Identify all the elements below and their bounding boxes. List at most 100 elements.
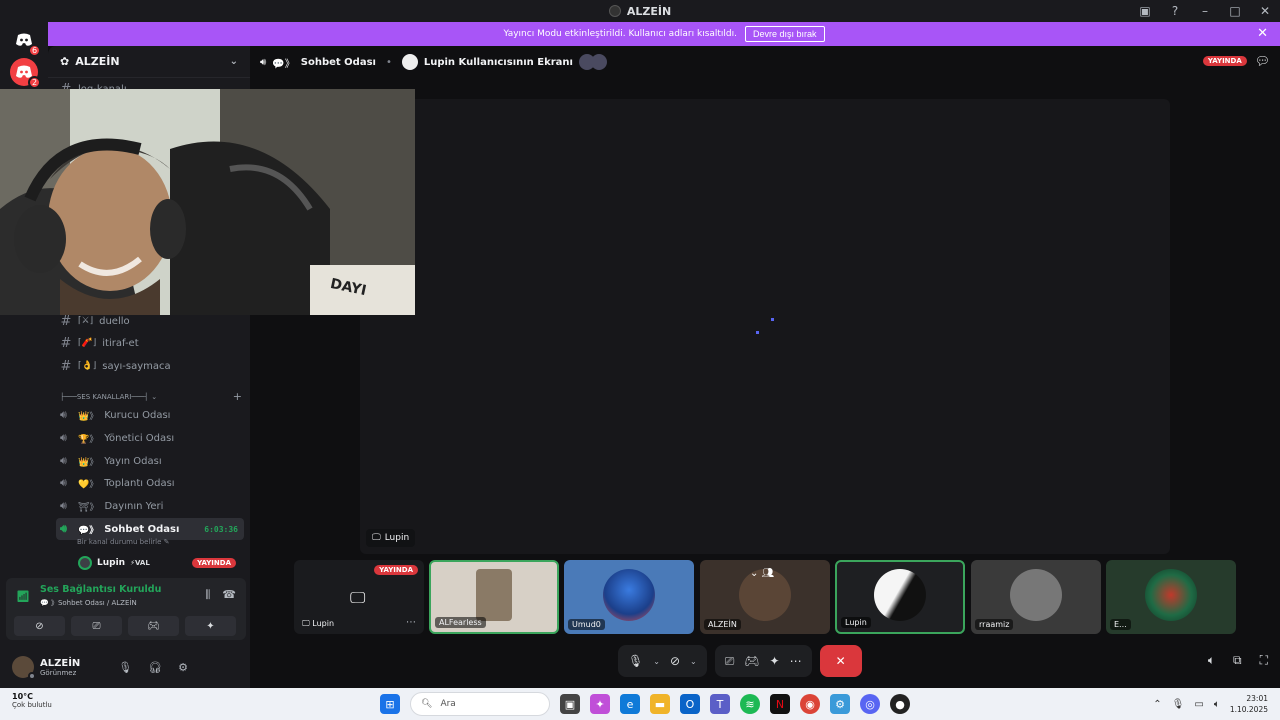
header-screen-title: Lupin Kullanıcısının Ekranı [423, 56, 573, 68]
title-avatar [608, 5, 621, 17]
stream-view[interactable] [360, 99, 1170, 554]
activities-button[interactable]: 🎮︎ [128, 616, 179, 636]
channel-name: Sohbet Odası [104, 523, 180, 535]
leave-call-button[interactable]: ✕ [819, 645, 862, 677]
loading-dot [756, 331, 759, 334]
taskbar-apps: ⊞ 🔍︎ Ara ▣ ✦ e ▬ O T ≋ N ◉ ⚙ ◎ ● [380, 692, 910, 716]
teams-icon[interactable]: T [710, 694, 730, 714]
soundboard-icon[interactable]: ✦ [770, 654, 780, 668]
chat-icon[interactable]: 💬︎ [1255, 54, 1270, 68]
streamer-mode-banner: Yayıncı Modu etkinleştirildi. Kullanıcı … [48, 22, 1280, 46]
voice-channel-dayinin-yeri[interactable]: 🔊︎ ⛩》 Dayının Yeri [56, 496, 244, 516]
server-badge: 2 [28, 76, 41, 89]
header-channel-name[interactable]: Sohbet Odası [301, 57, 376, 68]
taskbar-search[interactable]: 🔍︎ Ara [410, 692, 550, 716]
channel-status-note[interactable]: Bir kanal durumu belirle ✎ [77, 538, 170, 546]
participant-tile-e[interactable]: E... [1106, 560, 1236, 634]
spotify-icon[interactable]: ≋ [740, 694, 760, 714]
participant-tile-alfearless[interactable]: ALFearless [429, 560, 559, 634]
voice-channel-toplanti[interactable]: 🔊︎ 💛》 Toplantı Odası [56, 473, 244, 493]
edge-icon[interactable]: e [620, 694, 640, 714]
file-explorer-icon[interactable]: ▬ [650, 694, 670, 714]
call-controls: 🎙︎ ⌄ ⊘ ⌄ ⎚ 🎮︎ ✦ ⋯ ✕ [618, 645, 862, 677]
signal-icon[interactable]: 📶︎ [16, 590, 30, 603]
chevron-down-icon[interactable]: ⌄ [690, 657, 697, 666]
maximize-button[interactable]: □ [1220, 0, 1250, 22]
more-icon[interactable]: ⋯ [790, 654, 802, 668]
gear-icon[interactable]: ⚙ [178, 661, 188, 674]
server-icon[interactable]: 2 [10, 58, 41, 89]
avatar [603, 569, 655, 621]
close-window-button[interactable]: ✕ [1250, 0, 1280, 22]
category-name: ├───SES KANALLARI───┤ [60, 392, 149, 401]
disconnect-icon[interactable]: ☎ [222, 588, 236, 602]
participant-tile-alzein[interactable]: ⌄ 👥︎ ALZEİN [700, 560, 830, 634]
channel-name: Yayın Odası [104, 455, 162, 467]
participant-tile-rraamiz[interactable]: rraamiz [971, 560, 1101, 634]
fullscreen-icon[interactable]: ⛶ [1260, 653, 1268, 668]
minimize-button[interactable]: – [1190, 0, 1220, 22]
camera-off-button[interactable]: ⊘ [14, 616, 65, 636]
chrome-icon[interactable]: ◉ [800, 694, 820, 714]
windows-start-icon[interactable]: ⊞ [380, 694, 400, 714]
user-info[interactable]: ALZEİN Görünmez [40, 658, 80, 677]
voice-status[interactable]: Ses Bağlantısı Kuruldu [40, 584, 161, 595]
volume-icon[interactable]: 🔈︎ [1208, 653, 1215, 668]
channel-itiraf-et[interactable]: # ⌈🧨⌋ itiraf-et [56, 333, 244, 353]
task-view-icon[interactable]: ▣ [560, 694, 580, 714]
microphone-icon[interactable]: 🎙︎ [1172, 699, 1185, 710]
microphone-icon[interactable]: 🎙︎ [628, 654, 643, 668]
netflix-icon[interactable]: N [770, 694, 790, 714]
soundboard-button[interactable]: ✦ [185, 616, 236, 636]
outlook-icon[interactable]: O [680, 694, 700, 714]
webcam-overlay[interactable]: DAYI [0, 89, 415, 315]
channel-name: Toplantı Odası [104, 477, 175, 489]
voice-sub[interactable]: 💬 》Sohbet Odası / ALZEİN [40, 598, 137, 608]
discord-icon[interactable]: ◎ [860, 694, 880, 714]
clock-date: 1.10.2025 [1229, 705, 1268, 714]
participant-tile-lupin-stream[interactable]: YAYINDA 🖵︎ 🖵︎ Lupin ⋯ [294, 560, 424, 634]
voice-channel-yayin[interactable]: 🔊︎ 👑》 Yayın Odası [56, 451, 244, 471]
popout-icon[interactable]: ⧉ [1233, 653, 1242, 668]
app-icon[interactable]: ● [890, 694, 910, 714]
tile-name: ALZEİN [704, 619, 741, 630]
help-icon[interactable]: ? [1160, 0, 1190, 22]
channel-name: duello [99, 315, 130, 327]
voice-channel-sohbet-active[interactable]: 🔊︎ 💬》 Sohbet Odası 6:03:36 [56, 518, 244, 540]
voice-channel-kurucu[interactable]: 🔊︎ 👑》 Kurucu Odası [56, 405, 244, 425]
disable-streamer-mode-button[interactable]: Devre dışı bırak [745, 26, 825, 42]
copilot-icon[interactable]: ✦ [590, 694, 610, 714]
server-header[interactable]: ✿ ALZEİN ⌄ [48, 46, 250, 78]
more-icon[interactable]: ⋯ [406, 617, 416, 628]
voice-channel-yonetici[interactable]: 🔊︎ 🏆》 Yönetici Odası [56, 428, 244, 448]
voice-member-lupin[interactable]: Lupin ⚡VAL YAYINDA [78, 555, 242, 571]
tile-name: rraamiz [975, 619, 1014, 630]
avatar[interactable] [12, 656, 36, 680]
network-icon[interactable]: ▭ [1194, 699, 1203, 710]
headphones-icon[interactable]: 🎧︎ [148, 661, 162, 674]
camera-off-icon[interactable]: ⊘ [670, 654, 680, 668]
participant-tile-umud0[interactable]: Umud0 [564, 560, 694, 634]
discord-home-icon[interactable]: 6 [10, 26, 41, 57]
share-screen-icon[interactable]: ⎚ [725, 654, 735, 669]
voice-category-header[interactable]: ├───SES KANALLARI───┤ ⌄ + [60, 390, 242, 403]
chevron-down-icon: ⌄ [229, 56, 238, 67]
weather-widget[interactable]: 10°C Çok bulutlu [12, 692, 52, 709]
add-channel-icon[interactable]: + [233, 390, 242, 403]
chevron-down-icon[interactable]: ⌄ [653, 657, 660, 666]
share-screen-button[interactable]: ⎚ [71, 616, 122, 636]
live-badge: YAYINDA [192, 558, 236, 568]
volume-icon[interactable]: 🔈︎ [1214, 699, 1220, 710]
channel-sayi-saymaca[interactable]: # ⌈👌⌋ sayı-saymaca [56, 356, 244, 376]
clock[interactable]: 23:01 1.10.2025 [1230, 693, 1268, 715]
microphone-icon[interactable]: 🎙︎ [118, 661, 132, 674]
activities-icon[interactable]: 🎮︎ [744, 654, 759, 668]
close-banner-icon[interactable]: ✕ [1257, 26, 1268, 41]
settings-icon[interactable]: ⚙ [830, 694, 850, 714]
screen-icon[interactable]: ▣ [1130, 0, 1160, 22]
participant-tile-lupin[interactable]: Lupin [835, 560, 965, 634]
channel-emoji: 👑》 [78, 411, 99, 422]
chevron-up-icon[interactable]: ⌃ [1153, 699, 1161, 710]
channel-name: Kurucu Odası [104, 409, 171, 421]
noise-suppression-icon[interactable]: ⫼ [205, 588, 210, 602]
